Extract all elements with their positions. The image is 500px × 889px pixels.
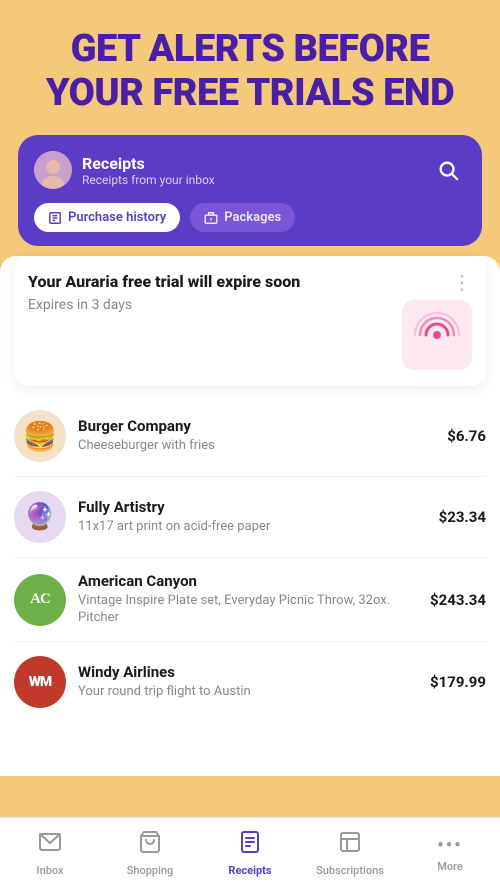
avatar <box>34 151 72 189</box>
receipt-name: Windy Airlines <box>78 663 418 681</box>
receipt-price: $6.76 <box>447 427 486 445</box>
receipt-item[interactable]: 🔮 Fully Artistry 11x17 art print on acid… <box>14 477 486 558</box>
receipt-info: Fully Artistry 11x17 art print on acid-f… <box>78 498 427 536</box>
receipt-thumb-burger: 🍔 <box>14 410 66 462</box>
search-button[interactable] <box>430 152 466 188</box>
nav-label-shopping: Shopping <box>127 864 174 877</box>
bottom-nav: Inbox Shopping Receipts <box>0 817 500 889</box>
receipt-price: $23.34 <box>439 508 486 526</box>
receipt-thumb-canyon: AC <box>14 574 66 626</box>
receipt-desc: 11x17 art print on acid-free paper <box>78 519 427 536</box>
alert-title: Your Auraria free trial will expire soon <box>28 272 300 293</box>
nav-label-subscriptions: Subscriptions <box>316 864 384 877</box>
nav-item-shopping[interactable]: Shopping <box>100 822 200 885</box>
receipt-item[interactable]: AC American Canyon Vintage Inspire Plate… <box>14 558 486 642</box>
main-content: Your Auraria free trial will expire soon… <box>0 256 500 776</box>
receipt-info: American Canyon Vintage Inspire Plate se… <box>78 572 418 627</box>
more-icon: ••• <box>437 835 462 856</box>
tab-row: Purchase history Packages <box>34 203 466 232</box>
nav-item-inbox[interactable]: Inbox <box>0 822 100 885</box>
nav-item-subscriptions[interactable]: Subscriptions <box>300 822 400 885</box>
alert-text: Your Auraria free trial will expire soon… <box>28 272 300 313</box>
nav-item-more[interactable]: ••• More <box>400 827 500 881</box>
receipt-desc: Cheeseburger with fries <box>78 438 435 455</box>
receipt-desc: Your round trip flight to Austin <box>78 684 418 701</box>
nav-item-receipts[interactable]: Receipts <box>200 822 300 885</box>
nav-label-inbox: Inbox <box>36 864 63 877</box>
hero-title: GET ALERTS BEFORE YOUR FREE TRIALS END <box>20 28 480 115</box>
more-dots-button[interactable]: ⋮ <box>452 272 472 292</box>
alert-card: Your Auraria free trial will expire soon… <box>14 256 486 386</box>
receipt-name: Fully Artistry <box>78 498 427 516</box>
hero-section: GET ALERTS BEFORE YOUR FREE TRIALS END <box>0 0 500 135</box>
app-card-header-left: Receipts Receipts from your inbox <box>34 151 215 189</box>
inbox-icon <box>38 830 62 860</box>
receipt-list: 🍔 Burger Company Cheeseburger with fries… <box>0 396 500 722</box>
app-card-header: Receipts Receipts from your inbox <box>34 151 466 189</box>
alert-icon-box <box>402 300 472 370</box>
app-card: Receipts Receipts from your inbox Purcha… <box>18 135 482 246</box>
tab-purchase-history[interactable]: Purchase history <box>34 203 180 232</box>
receipts-nav-icon <box>238 830 262 860</box>
receipt-item[interactable]: WM Windy Airlines Your round trip flight… <box>14 642 486 722</box>
receipt-name: Burger Company <box>78 417 435 435</box>
nav-label-more: More <box>437 860 463 873</box>
shopping-icon <box>138 830 162 860</box>
subscriptions-icon <box>338 830 362 860</box>
receipt-info: Burger Company Cheeseburger with fries <box>78 417 435 455</box>
receipt-price: $243.34 <box>430 591 486 609</box>
receipt-thumb-artistry: 🔮 <box>14 491 66 543</box>
alert-expires: Expires in 3 days <box>28 297 300 313</box>
receipts-subtitle: Receipts from your inbox <box>82 173 215 187</box>
receipt-desc: Vintage Inspire Plate set, Everyday Picn… <box>78 593 418 627</box>
receipt-name: American Canyon <box>78 572 418 590</box>
receipt-price: $179.99 <box>430 673 486 691</box>
receipts-title: Receipts <box>82 154 215 173</box>
receipt-item[interactable]: 🍔 Burger Company Cheeseburger with fries… <box>14 396 486 477</box>
receipt-info: Windy Airlines Your round trip flight to… <box>78 663 418 701</box>
receipt-thumb-windy: WM <box>14 656 66 708</box>
alert-right: ⋮ <box>402 272 472 370</box>
tab-packages[interactable]: Packages <box>190 203 295 232</box>
receipts-info: Receipts Receipts from your inbox <box>82 154 215 187</box>
nav-label-receipts: Receipts <box>228 864 271 877</box>
